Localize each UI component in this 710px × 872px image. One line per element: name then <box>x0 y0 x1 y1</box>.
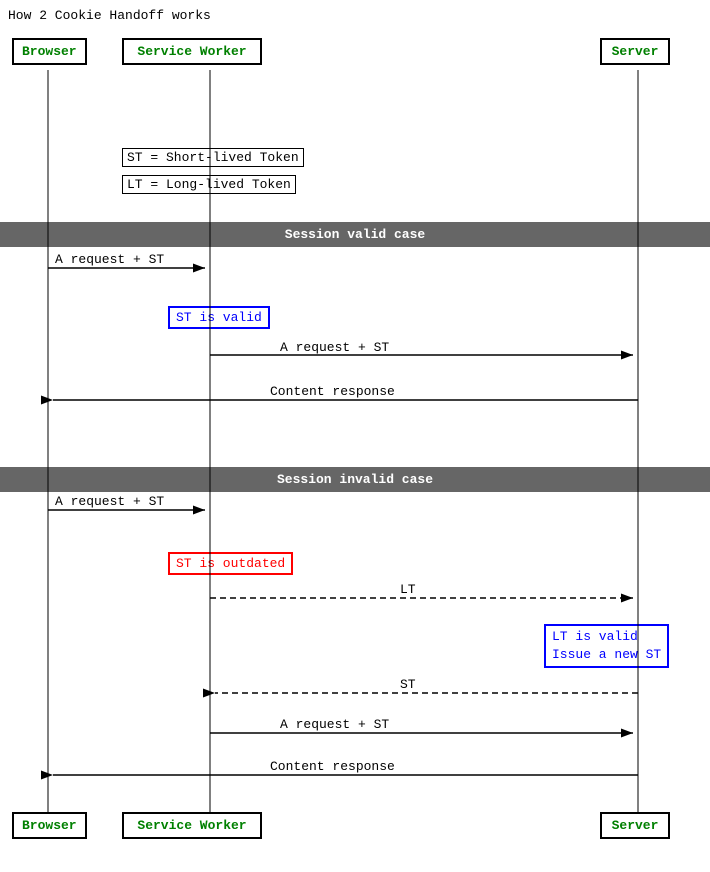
invalid-response-label: Content response <box>270 759 395 774</box>
invalid-lt-label: LT <box>400 582 416 597</box>
invalid-st-label: ST <box>400 677 416 692</box>
valid-response-label: Content response <box>270 384 395 399</box>
invalid-request2-label: A request + ST <box>280 717 389 732</box>
arrows-svg <box>0 0 710 872</box>
valid-request2-label: A request + ST <box>280 340 389 355</box>
invalid-request1-label: A request + ST <box>55 494 164 509</box>
sequence-diagram: How 2 Cookie Handoff works Browser Servi… <box>0 0 710 872</box>
valid-request1-label: A request + ST <box>55 252 164 267</box>
